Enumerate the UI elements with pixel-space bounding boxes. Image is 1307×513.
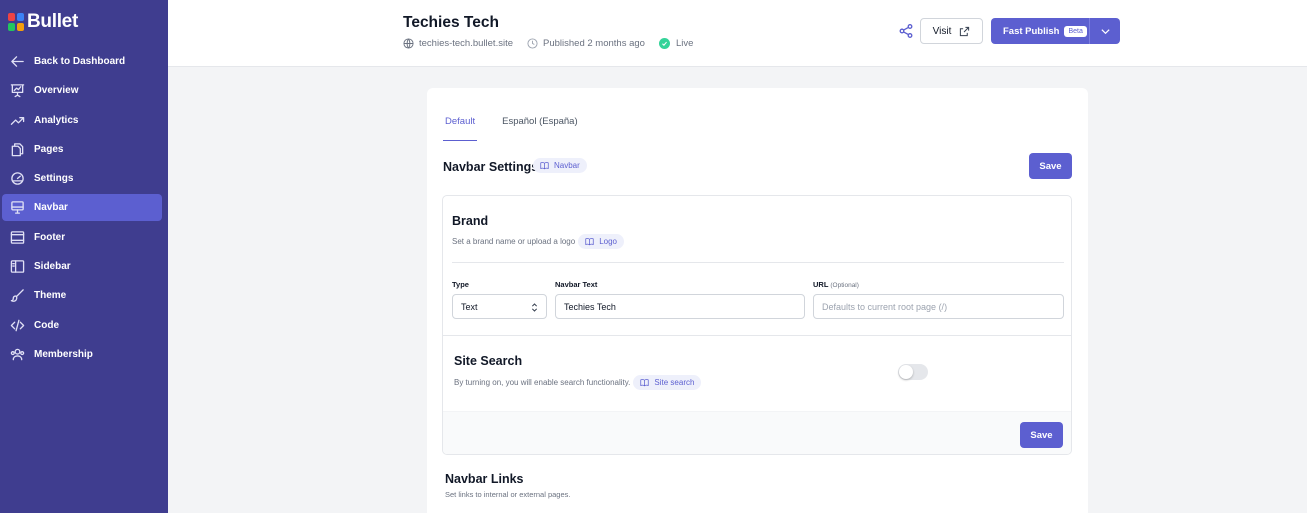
clock-icon [527, 38, 538, 49]
type-label: Type [452, 280, 469, 289]
page-title: Techies Tech [403, 14, 499, 31]
sidebar-nav: Back to Dashboard Overview Analytics Pag… [0, 48, 168, 370]
sidebar-item-analytics[interactable]: Analytics [2, 107, 162, 134]
sidebar-item-code[interactable]: Code [2, 312, 162, 339]
chevron-down-icon[interactable] [1100, 26, 1111, 37]
navbar-links-title: Navbar Links [445, 472, 524, 486]
brand-logo[interactable]: Bullet [8, 11, 78, 33]
site-search-toggle[interactable] [898, 364, 928, 380]
paintbrush-icon [9, 288, 25, 304]
sidebar-item-overview[interactable]: Overview [2, 77, 162, 104]
app-name: Bullet [27, 11, 78, 32]
status-badge: Live [658, 38, 693, 49]
book-icon [640, 379, 650, 387]
window-footer-icon [9, 229, 25, 245]
divider [443, 335, 1071, 336]
tab-default[interactable]: Default [443, 116, 478, 141]
sidebar-item-label: Overview [34, 85, 79, 97]
sidebar-item-label: Settings [34, 173, 74, 185]
publish-divider [1089, 18, 1090, 44]
sidebar-item-navbar[interactable]: Navbar [2, 194, 162, 222]
language-tabs: Default Español (España) [443, 116, 603, 141]
sidebar-item-settings[interactable]: Settings [2, 165, 162, 192]
site-search-title: Site Search [454, 354, 523, 368]
code-icon [9, 317, 25, 333]
save-button[interactable]: Save [1020, 422, 1063, 448]
book-icon [585, 238, 594, 246]
divider [452, 262, 1064, 263]
url-input[interactable]: Defaults to current root page (/) [813, 294, 1064, 319]
site-meta: techies-tech.bullet.site Published 2 mon… [403, 38, 707, 49]
globe-icon [403, 38, 414, 49]
top-header: Techies Tech techies-tech.bullet.site Pu… [168, 0, 1307, 67]
select-arrows-icon [531, 303, 538, 312]
bullet-logo-icon [8, 13, 24, 31]
sidebar-item-sidebar[interactable]: Sidebar [2, 253, 162, 280]
brand-title: Brand [452, 214, 489, 228]
type-select[interactable]: Text [452, 294, 547, 319]
presentation-chart-icon [9, 83, 25, 99]
sidebar-item-label: Membership [34, 348, 93, 360]
sidebar-item-footer[interactable]: Footer [2, 224, 162, 251]
sidebar-layout-icon [9, 259, 25, 275]
sidebar-item-label: Pages [34, 143, 64, 155]
logo-docs-pill[interactable]: Logo [578, 234, 624, 249]
settings-card: Default Español (España) Navbar Settings… [427, 88, 1088, 513]
sidebar-item-membership[interactable]: Membership [2, 341, 162, 368]
gauge-icon [9, 171, 25, 187]
save-button[interactable]: Save [1029, 153, 1072, 179]
toggle-knob [899, 365, 913, 379]
documents-icon [9, 141, 25, 157]
book-icon [540, 162, 549, 170]
share-icon[interactable] [898, 23, 914, 39]
sidebar-item-theme[interactable]: Theme [2, 282, 162, 309]
desktop-icon [9, 200, 25, 216]
url-label: URL (Optional) [813, 280, 859, 289]
visit-button[interactable]: Visit [920, 18, 983, 44]
sidebar-item-label: Back to Dashboard [34, 56, 126, 67]
published-time: Published 2 months ago [527, 38, 645, 49]
tab-espanol[interactable]: Español (España) [502, 116, 578, 141]
sidebar-item-label: Navbar [34, 202, 68, 214]
panel-footer: Save [443, 411, 1071, 454]
check-circle-icon [658, 38, 670, 49]
sidebar-item-label: Sidebar [34, 261, 71, 273]
section-title: Navbar Settings [443, 160, 539, 174]
navbar-text-label: Navbar Text [555, 280, 598, 289]
optional-tag: (Optional) [830, 282, 859, 289]
arrow-left-icon [9, 54, 25, 70]
sidebar-item-back-to-dashboard[interactable]: Back to Dashboard [2, 48, 162, 75]
site-search-docs-pill[interactable]: Site search [633, 375, 702, 390]
beta-badge: Beta [1064, 25, 1087, 37]
publish-label: Fast Publish [1003, 25, 1060, 37]
visit-label: Visit [932, 25, 952, 37]
sidebar-item-label: Analytics [34, 114, 79, 126]
site-search-subtitle: By turning on, you will enable search fu… [454, 375, 702, 390]
navbar-settings-panel: Brand Set a brand name or upload a logo … [442, 195, 1072, 455]
sidebar: Bullet Back to Dashboard Overview Analyt… [0, 0, 168, 513]
users-icon [9, 346, 25, 362]
brand-subtitle: Set a brand name or upload a logo Logo [452, 234, 624, 249]
navbar-text-input[interactable]: Techies Tech [555, 294, 805, 319]
sidebar-item-label: Footer [34, 231, 66, 243]
site-domain[interactable]: techies-tech.bullet.site [403, 38, 513, 49]
navbar-links-subtitle: Set links to internal or external pages. [445, 490, 571, 499]
sidebar-item-label: Theme [34, 290, 67, 302]
sidebar-item-label: Code [34, 319, 59, 331]
external-link-icon [960, 26, 970, 36]
fast-publish-button[interactable]: Fast Publish Beta [991, 18, 1120, 44]
navbar-docs-pill[interactable]: Navbar [533, 158, 587, 173]
sidebar-item-pages[interactable]: Pages [2, 136, 162, 163]
trending-up-icon [9, 112, 25, 128]
